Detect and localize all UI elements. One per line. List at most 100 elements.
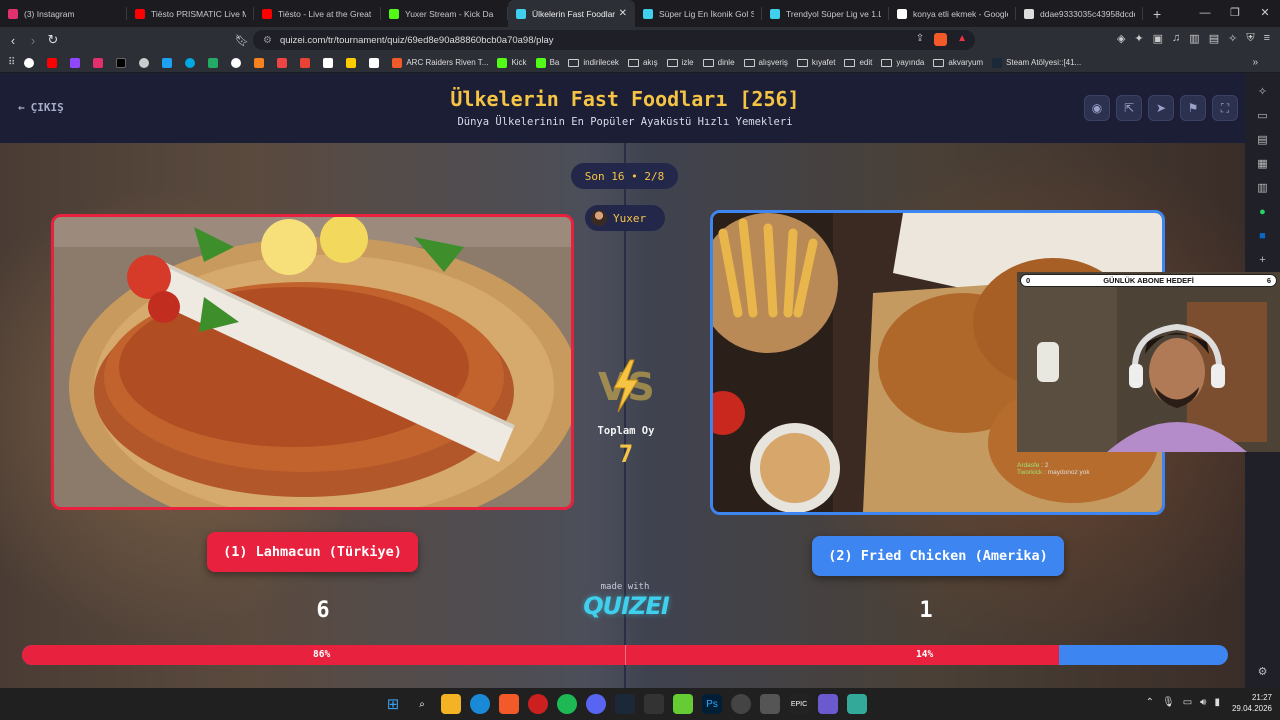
obs-icon[interactable] bbox=[731, 694, 751, 714]
url-field[interactable]: ⚙ quizei.com/tr/tournament/quiz/69ed8e90… bbox=[253, 30, 975, 50]
bookmark-folder[interactable]: dinle bbox=[702, 58, 735, 67]
spotify-icon[interactable] bbox=[557, 694, 577, 714]
brave-icon[interactable] bbox=[499, 694, 519, 714]
app-icon[interactable] bbox=[818, 694, 838, 714]
flag-icon[interactable]: ⚑ bbox=[1180, 95, 1206, 121]
send-icon[interactable]: ➤ bbox=[1148, 95, 1174, 121]
rewards-icon[interactable]: ▲ bbox=[957, 33, 967, 46]
bookmark-folder[interactable]: yayında bbox=[881, 58, 924, 67]
site-bookmark-icon[interactable] bbox=[231, 57, 245, 68]
close-tab-icon[interactable]: ✕ bbox=[619, 8, 627, 19]
bookmark-folder[interactable]: izle bbox=[666, 58, 694, 67]
edge-icon[interactable] bbox=[470, 694, 490, 714]
back-button[interactable]: ‹ bbox=[3, 33, 23, 48]
photoshop-icon[interactable]: Ps bbox=[702, 694, 722, 714]
bookmark-folder[interactable]: indirilecek bbox=[568, 58, 619, 67]
bookmark-item[interactable]: Ba bbox=[535, 57, 559, 68]
opera-icon[interactable] bbox=[528, 694, 548, 714]
site-bookmark-icon[interactable] bbox=[254, 57, 268, 68]
search-icon[interactable]: ⌕ bbox=[412, 694, 432, 714]
share-icon[interactable]: ⇪ bbox=[916, 33, 924, 46]
network-icon[interactable]: ▭ bbox=[1183, 697, 1192, 708]
github-bookmark-icon[interactable] bbox=[139, 57, 153, 68]
option-label-right[interactable]: (2) Fried Chicken (Amerika) bbox=[812, 536, 1064, 576]
wallet-icon[interactable]: ▤ bbox=[1209, 32, 1219, 45]
reload-button[interactable]: ↻ bbox=[43, 32, 63, 48]
apps-icon[interactable]: ⠿ bbox=[8, 57, 15, 68]
steam-icon[interactable] bbox=[615, 694, 635, 714]
browser-tab[interactable]: (3) Instagram bbox=[0, 0, 127, 27]
menu-icon[interactable]: ≡ bbox=[1264, 32, 1270, 45]
battery-icon[interactable]: ▮ bbox=[1214, 697, 1220, 708]
outlook-icon[interactable]: ■ bbox=[1256, 229, 1270, 243]
browser-tab[interactable]: Tiësto - Live at the Great P bbox=[254, 0, 381, 27]
leo-ai-icon[interactable]: ✧ bbox=[1256, 85, 1270, 99]
site-bookmark-icon[interactable] bbox=[346, 57, 360, 68]
settings-icon[interactable]: ⚙ bbox=[1256, 665, 1270, 679]
new-tab-button[interactable]: + bbox=[1143, 6, 1171, 22]
browser-tab[interactable]: Yuxer Stream - Kick Da bbox=[381, 0, 508, 27]
google-bookmark-icon[interactable] bbox=[24, 57, 38, 68]
site-info-icon[interactable]: ⚙ bbox=[263, 35, 272, 46]
browser-tab[interactable]: ddae9333035c43958dcdd bbox=[1016, 0, 1143, 27]
prime-bookmark-icon[interactable] bbox=[185, 57, 199, 68]
app-icon[interactable] bbox=[644, 694, 664, 714]
bookmark-folder[interactable]: akış bbox=[627, 58, 658, 67]
start-menu-icon[interactable]: ⊞ bbox=[383, 694, 403, 714]
extensions-icon[interactable]: ✦ bbox=[1134, 32, 1143, 45]
wallet-icon[interactable]: ▤ bbox=[1256, 133, 1270, 147]
more-bookmarks-icon[interactable]: » bbox=[1252, 57, 1258, 68]
brave-shields-icon[interactable] bbox=[934, 33, 948, 46]
microphone-icon[interactable]: 🎙︎ bbox=[1162, 697, 1175, 708]
fullscreen-icon[interactable]: ⛶ bbox=[1212, 95, 1238, 121]
site-bookmark-icon[interactable] bbox=[277, 57, 291, 68]
add-panel-icon[interactable]: + bbox=[1256, 253, 1270, 267]
gmail-bookmark-icon[interactable] bbox=[300, 57, 314, 68]
bookmark-icon[interactable]: 🔖︎ bbox=[232, 34, 252, 47]
sidebar-toggle-icon[interactable]: ▥ bbox=[1189, 32, 1199, 45]
quizei-logo[interactable]: QUIZEI bbox=[583, 592, 670, 620]
bookmark-folder[interactable]: akvaryum bbox=[933, 58, 983, 67]
instagram-bookmark-icon[interactable] bbox=[93, 57, 107, 68]
epic-games-icon[interactable]: EPIC bbox=[789, 694, 809, 714]
reading-list-icon[interactable]: ▥ bbox=[1256, 181, 1270, 195]
site-bookmark-icon[interactable] bbox=[369, 57, 383, 68]
vpn-icon[interactable]: ⛨ bbox=[1246, 32, 1254, 45]
bookmark-item[interactable]: Steam Atölyesi::[41... bbox=[992, 57, 1081, 68]
discord-icon[interactable] bbox=[586, 694, 606, 714]
bookmark-folder[interactable]: alışveriş bbox=[743, 58, 788, 67]
tabs-icon[interactable]: ▭ bbox=[1256, 109, 1270, 123]
browser-tab[interactable]: Tiësto PRISMATIC Live Me bbox=[127, 0, 254, 27]
bookmark-folder[interactable]: kıyafet bbox=[796, 58, 835, 67]
taskbar-clock[interactable]: 21:27 29.04.2026 bbox=[1232, 692, 1272, 714]
option-label-left[interactable]: (1) Lahmacun (Türkiye) bbox=[207, 532, 418, 572]
app-icon[interactable] bbox=[847, 694, 867, 714]
site-bookmark-icon[interactable] bbox=[208, 57, 222, 68]
browser-tab[interactable]: konya etli ekmek - Google bbox=[889, 0, 1016, 27]
app-icon[interactable] bbox=[760, 694, 780, 714]
forward-button[interactable]: › bbox=[23, 33, 43, 48]
option-card-left[interactable] bbox=[51, 214, 574, 510]
site-bookmark-icon[interactable] bbox=[162, 57, 176, 68]
music-icon[interactable]: ♫ bbox=[1172, 32, 1180, 45]
bookmark-folder[interactable]: edit bbox=[844, 58, 872, 67]
browser-tab[interactable]: Trendyol Süper Lig ve 1.Li bbox=[762, 0, 889, 27]
youtube-bookmark-icon[interactable] bbox=[47, 57, 61, 68]
whatsapp-icon[interactable]: ● bbox=[1256, 205, 1270, 219]
share-icon[interactable]: ⇱ bbox=[1116, 95, 1142, 121]
browser-tab[interactable]: Süper Lig En İkonik Gol Se bbox=[635, 0, 762, 27]
file-explorer-icon[interactable] bbox=[441, 694, 461, 714]
amazon-bookmark-icon[interactable] bbox=[323, 57, 337, 68]
screenshot-icon[interactable]: ▣ bbox=[1153, 32, 1163, 45]
x-bookmark-icon[interactable] bbox=[116, 57, 130, 68]
bookmarks-icon[interactable]: ▦ bbox=[1256, 157, 1270, 171]
maximize-button[interactable]: ❐ bbox=[1220, 0, 1250, 27]
browser-tab[interactable]: Ülkelerin Fast Foodlar ✕ bbox=[508, 0, 635, 27]
eye-icon[interactable]: ◉ bbox=[1084, 95, 1110, 121]
ai-icon[interactable]: ✧ bbox=[1228, 32, 1237, 45]
minimize-button[interactable]: — bbox=[1190, 0, 1220, 27]
volume-icon[interactable]: 🔊︎ bbox=[1200, 697, 1206, 708]
shield-icon[interactable]: ◈ bbox=[1117, 32, 1125, 45]
close-window-button[interactable]: ✕ bbox=[1250, 0, 1280, 27]
bookmark-item[interactable]: Kick bbox=[497, 57, 527, 68]
